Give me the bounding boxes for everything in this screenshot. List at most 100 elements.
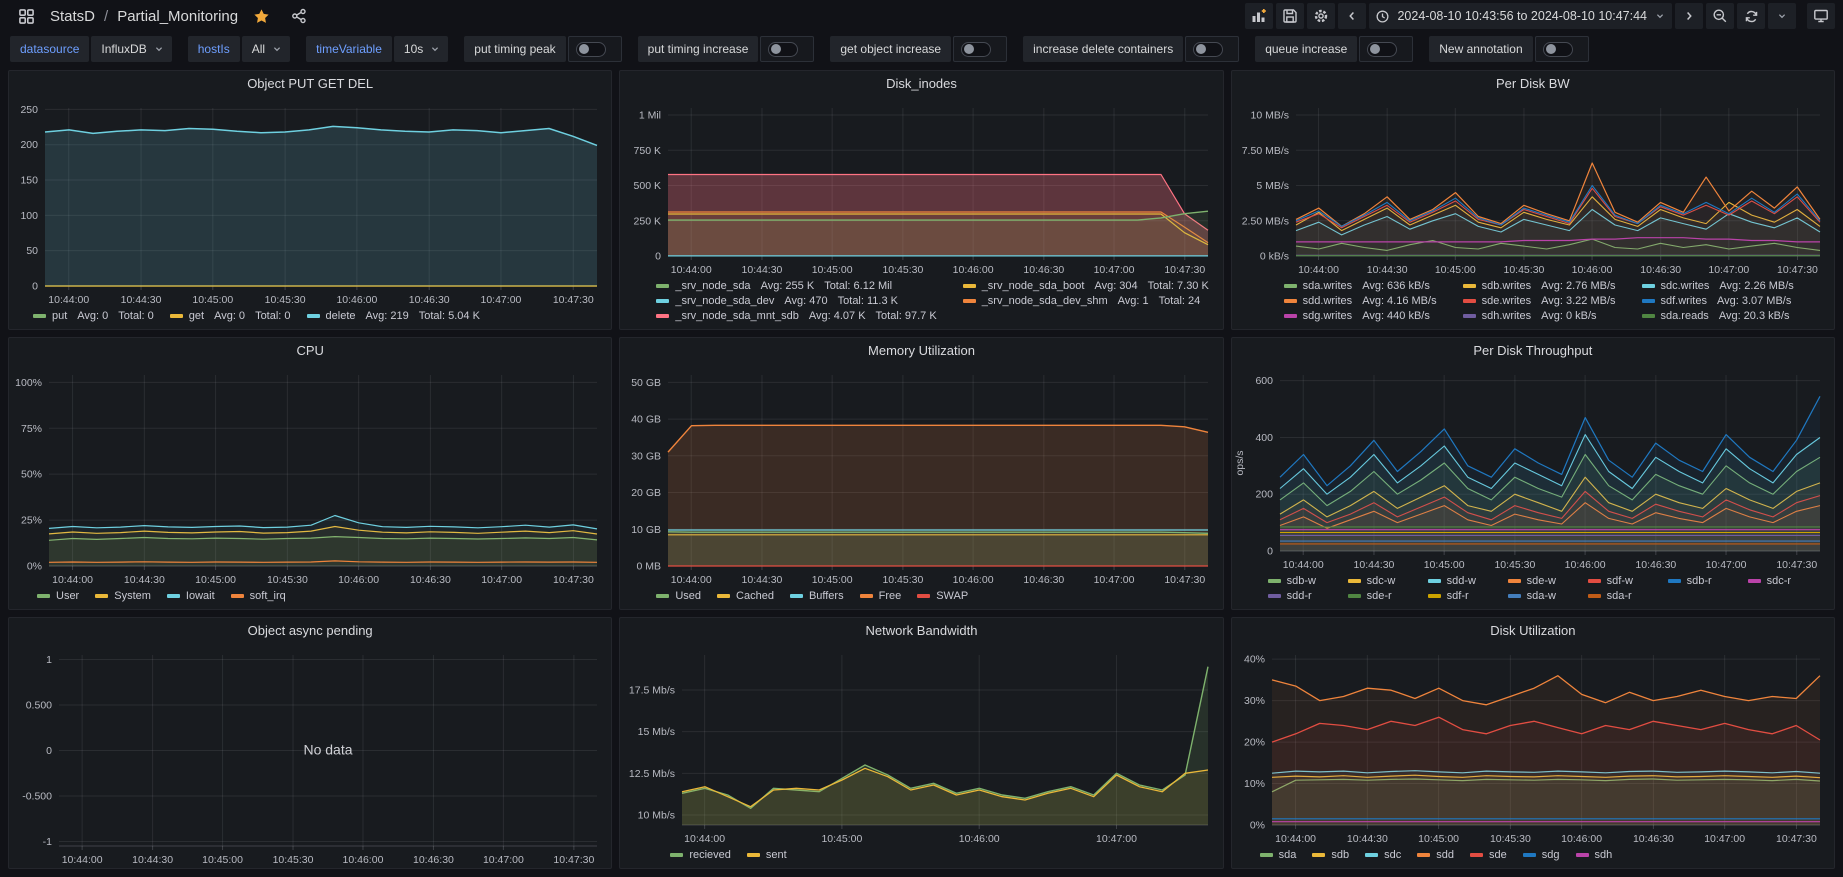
legend-item-sdc[interactable]: sdc <box>1365 849 1401 861</box>
legend-item-sda-writes[interactable]: sda.writes Avg: 636 kB/s <box>1283 280 1437 292</box>
legend-item-recieved[interactable]: recieved <box>670 849 731 861</box>
time-shift-back-icon[interactable] <box>1338 3 1367 29</box>
chart-area-network-bandwidth[interactable]: 10:44:00 10:45:00 10:46:00 10:47:00 10 Mb/s 1… <box>620 643 1222 847</box>
legend-item-system[interactable]: System <box>95 590 151 602</box>
panel-title-per-disk-bw[interactable]: Per Disk BW <box>1232 71 1834 96</box>
panel-title-disk-inodes[interactable]: Disk_inodes <box>620 71 1222 96</box>
chart-disk-utilization[interactable]: 10:44:00 10:44:30 10:45:00 10:45:30 10:46:00… <box>1232 643 1834 847</box>
legend-item-sdb-w[interactable]: sdb-w <box>1267 575 1338 587</box>
legend-item-sdd-r[interactable]: sdd-r <box>1267 590 1338 602</box>
legend-item-sdg-writes[interactable]: sdg.writes Avg: 440 kB/s <box>1283 310 1437 322</box>
panel-title-per-disk-throughput[interactable]: Per Disk Throughput <box>1232 338 1834 363</box>
legend-item-sdh[interactable]: sdh <box>1575 849 1612 861</box>
legend-item-sdb-writes[interactable]: sdb.writes Avg: 2.76 MB/s <box>1462 280 1616 292</box>
legend-item-sdd-w[interactable]: sdd-w <box>1427 575 1498 587</box>
legend-item-sdb-r[interactable]: sdb-r <box>1667 575 1738 587</box>
chart-area-cpu[interactable]: 10:44:00 10:44:30 10:45:00 10:45:30 10:46:00… <box>9 363 611 588</box>
legend-item-sde[interactable]: sde <box>1470 849 1507 861</box>
add-panel-icon[interactable] <box>1245 3 1274 29</box>
display-mode-icon[interactable] <box>1807 3 1835 29</box>
chart-object-put-get-del[interactable]: 10:44:00 10:44:30 10:45:00 10:45:30 10:46:00… <box>9 96 611 308</box>
legend-item-sdc-r[interactable]: sdc-r <box>1747 575 1818 587</box>
legend-item-sda-w[interactable]: sda-w <box>1507 590 1578 602</box>
panel-title-disk-utilization[interactable]: Disk Utilization <box>1232 618 1834 643</box>
legend-item-cached[interactable]: Cached <box>717 590 774 602</box>
legend-item-sent[interactable]: sent <box>746 849 787 861</box>
chart-area-per-disk-bw[interactable]: 10:44:00 10:44:30 10:45:00 10:45:30 10:46:00… <box>1232 96 1834 278</box>
save-dashboard-icon[interactable] <box>1276 3 1305 29</box>
panel-title-cpu[interactable]: CPU <box>9 338 611 363</box>
legend-item-sdf-w[interactable]: sdf-w <box>1587 575 1658 587</box>
chart-disk-inodes[interactable]: 10:44:00 10:44:30 10:45:00 10:45:30 10:46:00… <box>620 96 1222 278</box>
variable-value-timevariable[interactable]: 10s <box>393 36 449 62</box>
legend-stat-avg: Avg: 255 K <box>760 280 815 292</box>
panel-title-network-bandwidth[interactable]: Network Bandwidth <box>620 618 1222 643</box>
variable-value-datasource[interactable]: InfluxDB <box>91 36 172 62</box>
breadcrumb-app[interactable]: StatsD <box>50 8 95 25</box>
legend-item-sde-w[interactable]: sde-w <box>1507 575 1578 587</box>
panel-title-memory-utilization[interactable]: Memory Utilization <box>620 338 1222 363</box>
chart-cpu[interactable]: 10:44:00 10:44:30 10:45:00 10:45:30 10:46:00… <box>9 363 611 588</box>
toggle-increase-delete-containers[interactable] <box>1185 36 1240 62</box>
legend-item-free[interactable]: Free <box>859 590 901 602</box>
legend-item-user[interactable]: User <box>37 590 79 602</box>
chart-area-memory-utilization[interactable]: 10:44:00 10:44:30 10:45:00 10:45:30 10:46:00… <box>620 363 1222 588</box>
legend-item-sdc-writes[interactable]: sdc.writes Avg: 2.26 MB/s <box>1641 280 1794 292</box>
time-shift-forward-icon[interactable] <box>1675 3 1703 29</box>
panel-title-object-put-get-del[interactable]: Object PUT GET DEL <box>9 71 611 96</box>
favorite-star-icon[interactable] <box>247 3 276 29</box>
legend-series-name: recieved <box>689 849 731 861</box>
toggle-put-timing-increase[interactable] <box>760 36 815 62</box>
chart-area-object-async-pending[interactable]: 10:44:00 10:44:30 10:45:00 10:45:30 10:46:00… <box>9 643 611 868</box>
legend-item-sda[interactable]: sda <box>1259 849 1296 861</box>
legend-item-get[interactable]: get Avg: 0 Total: 0 <box>169 310 291 322</box>
legend-item-sde-writes[interactable]: sde.writes Avg: 3.22 MB/s <box>1462 295 1616 307</box>
chart-network-bandwidth[interactable]: 10:44:00 10:45:00 10:46:00 10:47:00 10 Mb/s 1… <box>620 643 1222 847</box>
panel-title-object-async-pending[interactable]: Object async pending <box>9 618 611 643</box>
chart-object-async-pending[interactable]: 10:44:00 10:44:30 10:45:00 10:45:30 10:46:00… <box>9 643 611 868</box>
variable-value-hostis[interactable]: All <box>241 36 291 62</box>
legend-item-srv-node-sda-dev-shm[interactable]: _srv_node_sda_dev_shm Avg: 1 Total: 24 <box>962 295 1209 307</box>
toggle-get-object-increase[interactable] <box>953 36 1008 62</box>
legend-item-sdg[interactable]: sdg <box>1522 849 1560 861</box>
refresh-interval-caret-icon[interactable] <box>1768 3 1796 29</box>
chart-area-disk-inodes[interactable]: 10:44:00 10:44:30 10:45:00 10:45:30 10:46:00… <box>620 96 1222 278</box>
chart-memory-utilization[interactable]: 10:44:00 10:44:30 10:45:00 10:45:30 10:46:00… <box>620 363 1222 588</box>
legend-item-srv-node-sda[interactable]: _srv_node_sda Avg: 255 K Total: 6.12 Mil <box>656 280 936 292</box>
legend-item-buffers[interactable]: Buffers <box>789 590 844 602</box>
time-range-picker[interactable]: 2024-08-10 10:43:56 to 2024-08-10 10:47:… <box>1369 3 1672 29</box>
legend-item-srv-node-sda-mnt-sdb[interactable]: _srv_node_sda_mnt_sdb Avg: 4.07 K Total: 9… <box>656 310 937 322</box>
toggle-queue-increase[interactable] <box>1359 36 1414 62</box>
legend-item-sda-r[interactable]: sda-r <box>1587 590 1658 602</box>
zoom-out-icon[interactable] <box>1706 3 1734 29</box>
legend-item-srv-node-sda-boot[interactable]: _srv_node_sda_boot Avg: 304 Total: 7.30 K <box>962 280 1209 292</box>
legend-item-sdc-w[interactable]: sdc-w <box>1347 575 1418 587</box>
toggle-new-annotation[interactable] <box>1534 36 1589 62</box>
legend-item-put[interactable]: put Avg: 0 Total: 0 <box>33 310 154 322</box>
toggle-put-timing-peak[interactable] <box>567 36 622 62</box>
breadcrumb-page[interactable]: Partial_Monitoring <box>117 8 238 25</box>
chart-area-disk-utilization[interactable]: 10:44:00 10:44:30 10:45:00 10:45:30 10:46:00… <box>1232 643 1834 847</box>
legend-item-sde-r[interactable]: sde-r <box>1347 590 1418 602</box>
legend-item-used[interactable]: Used <box>656 590 701 602</box>
legend-item-sdd-writes[interactable]: sdd.writes Avg: 4.16 MB/s <box>1283 295 1437 307</box>
legend-item-delete[interactable]: delete Avg: 219 Total: 5.04 K <box>306 310 480 322</box>
chart-per-disk-throughput[interactable]: 10:44:00 10:44:30 10:45:00 10:45:30 10:46:00… <box>1232 363 1834 573</box>
legend-item-sdf-writes[interactable]: sdf.writes Avg: 3.07 MB/s <box>1641 295 1794 307</box>
legend-item-swap[interactable]: SWAP <box>917 590 968 602</box>
chart-area-object-put-get-del[interactable]: 10:44:00 10:44:30 10:45:00 10:45:30 10:46:00… <box>9 96 611 308</box>
legend-item-iowait[interactable]: Iowait <box>166 590 215 602</box>
chart-area-per-disk-throughput[interactable]: 10:44:00 10:44:30 10:45:00 10:45:30 10:46:00… <box>1232 363 1834 573</box>
refresh-icon[interactable] <box>1737 3 1765 29</box>
chart-per-disk-bw[interactable]: 10:44:00 10:44:30 10:45:00 10:45:30 10:46:00… <box>1232 96 1834 278</box>
legend-item-sdh-writes[interactable]: sdh.writes Avg: 0 kB/s <box>1462 310 1616 322</box>
legend-item-sdf-r[interactable]: sdf-r <box>1427 590 1498 602</box>
legend-item-soft-irq[interactable]: soft_irq <box>230 590 286 602</box>
legend-item-sdd[interactable]: sdd <box>1417 849 1454 861</box>
legend-item-sda-reads[interactable]: sda.reads Avg: 20.3 kB/s <box>1641 310 1794 322</box>
apps-grid-icon[interactable] <box>12 3 41 29</box>
settings-gear-icon[interactable] <box>1307 3 1336 29</box>
legend-item-sdb[interactable]: sdb <box>1312 849 1349 861</box>
legend-item-srv-node-sda-dev[interactable]: _srv_node_sda_dev Avg: 470 Total: 11.3 K <box>656 295 936 307</box>
share-icon[interactable] <box>285 3 313 29</box>
